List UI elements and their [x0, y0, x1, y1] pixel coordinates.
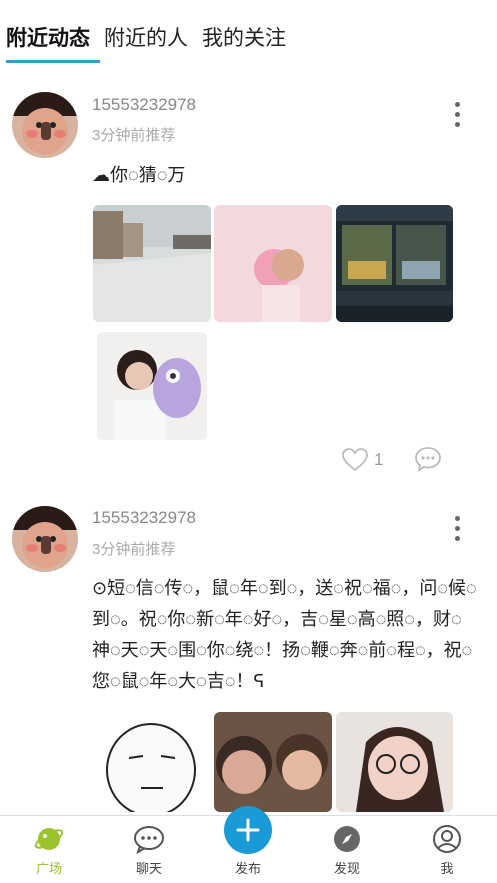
post-username[interactable]: 15553232978	[92, 508, 196, 528]
plus-icon	[236, 818, 260, 842]
tab-following[interactable]: 我的关注	[202, 22, 286, 52]
nav-me[interactable]: 我	[412, 824, 482, 877]
comment-icon	[415, 447, 441, 472]
post-time: 3分钟前推荐	[92, 541, 176, 558]
avatar[interactable]	[12, 92, 78, 158]
avatar[interactable]	[12, 506, 78, 572]
nav-square-label: 广场	[35, 861, 62, 876]
nav-chat-label: 聊天	[135, 861, 162, 876]
publish-button[interactable]	[224, 806, 272, 854]
comment-button[interactable]	[414, 446, 442, 477]
active-tab-indicator	[6, 60, 100, 63]
tab-nearby-people[interactable]: 附近的人	[104, 22, 188, 52]
post-image-game-screenshot[interactable]	[336, 205, 453, 322]
like-count: 1	[374, 450, 384, 469]
heart-icon	[342, 448, 368, 472]
post-image-snow-street[interactable]	[93, 205, 211, 322]
post-image-girl-with-monster[interactable]	[97, 332, 207, 440]
post-image-pink-girl[interactable]	[214, 205, 332, 322]
tab-nearby-posts[interactable]: 附近动态	[6, 22, 90, 52]
like-button[interactable]: 1	[342, 448, 383, 472]
post-image-meme-face[interactable]	[93, 712, 211, 812]
nav-chat[interactable]: 聊天	[114, 824, 184, 877]
more-options-icon[interactable]	[450, 516, 464, 541]
nav-discover[interactable]: 发现	[312, 824, 382, 877]
planet-icon	[34, 828, 64, 850]
more-options-icon[interactable]	[450, 102, 464, 127]
post-image-two-girls[interactable]	[214, 712, 332, 812]
publish-label: 发布	[234, 861, 261, 876]
post-time: 3分钟前推荐	[92, 127, 176, 144]
nav-square[interactable]: 广场	[14, 824, 84, 877]
post-text: ☁你◌猜◌万	[92, 165, 186, 185]
chat-bubble-icon	[134, 826, 164, 854]
compass-icon	[334, 826, 360, 852]
nav-discover-label: 发现	[333, 861, 360, 876]
post-image-glasses-girl[interactable]	[336, 712, 453, 812]
post-text: ⊙短◌信◌传◌，鼠◌年◌到◌，送◌祝◌福◌，问◌候◌到◌。祝◌你◌新◌年◌好◌，…	[92, 578, 477, 691]
user-profile-icon	[433, 825, 461, 853]
nav-me-label: 我	[440, 861, 454, 876]
post-username[interactable]: 15553232978	[92, 95, 196, 115]
